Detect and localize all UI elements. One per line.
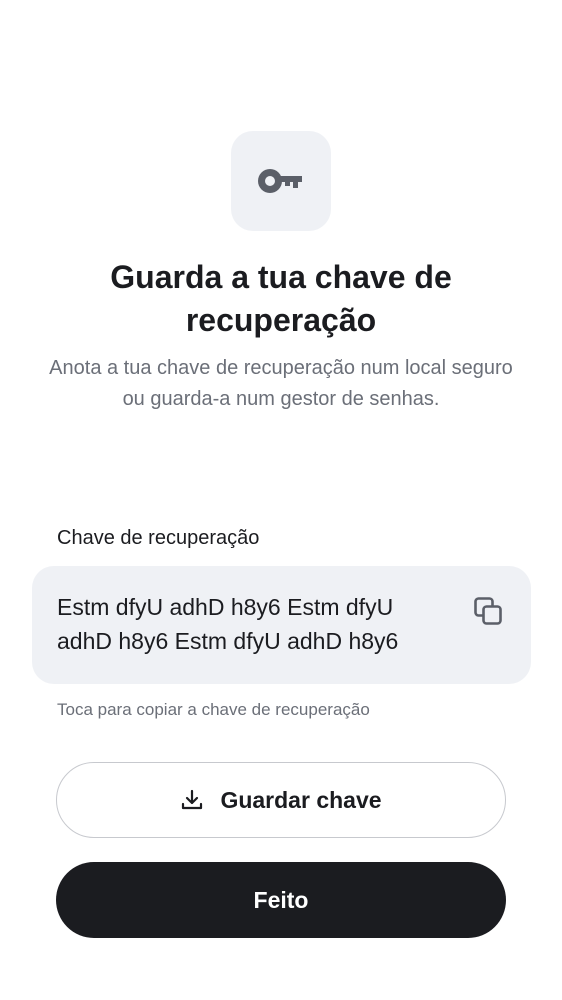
recovery-key-box[interactable]: Estm dfyU adhD h8y6 Estm dfyU adhD h8y6 …: [32, 566, 531, 684]
page-title: Guarda a tua chave de recuperação: [110, 259, 452, 338]
key-icon: [257, 166, 305, 196]
done-label: Feito: [253, 886, 309, 913]
recovery-key-label: Chave de recuperação: [57, 527, 260, 549]
save-key-label: Guardar chave: [220, 786, 382, 813]
download-icon: [180, 788, 204, 812]
done-button[interactable]: Feito: [56, 862, 506, 938]
key-icon-tile: [231, 131, 331, 231]
recovery-key-value[interactable]: Estm dfyU adhD h8y6 Estm dfyU adhD h8y6 …: [57, 590, 447, 658]
copy-hint: Toca para copiar a chave de recuperação: [57, 700, 370, 719]
save-key-button[interactable]: Guardar chave: [56, 762, 506, 838]
copy-icon[interactable]: [471, 594, 505, 628]
page-subtitle: Anota a tua chave de recuperação num loc…: [49, 357, 513, 410]
